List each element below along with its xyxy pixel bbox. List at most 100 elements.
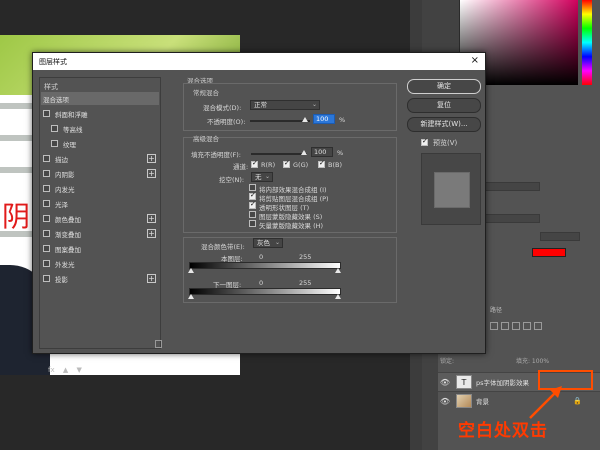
style-checkbox[interactable] <box>43 170 50 177</box>
style-checkbox[interactable] <box>43 215 50 222</box>
filter-adjust-icon[interactable] <box>501 322 509 330</box>
layer-name[interactable]: 背景 <box>476 396 489 406</box>
fill-opacity-slider-thumb[interactable] <box>301 150 307 155</box>
style-checkbox[interactable] <box>43 275 50 282</box>
tab-paths[interactable]: 路径 <box>490 305 502 314</box>
style-item-label: 外发光 <box>55 260 75 269</box>
style-checkbox[interactable] <box>51 140 58 147</box>
style-item-label: 内发光 <box>55 185 75 194</box>
style-checkbox[interactable] <box>43 245 50 252</box>
style-checkbox[interactable] <box>51 125 58 132</box>
canvas-red-text: 阴 <box>2 200 31 233</box>
style-item[interactable]: 内发光 <box>41 182 159 195</box>
filter-shape-icon[interactable] <box>523 322 531 330</box>
channel-b-checkbox[interactable] <box>318 159 325 168</box>
style-item-label: 纹理 <box>63 140 76 149</box>
this-layer-max: 255 <box>299 253 312 261</box>
add-style-icon[interactable]: + <box>147 214 156 223</box>
add-style-icon[interactable]: + <box>147 169 156 178</box>
blend-mode-select[interactable]: 正常 ⌄ <box>250 100 320 110</box>
style-item-label: 渐变叠加 <box>55 230 81 239</box>
hue-slider[interactable] <box>582 0 592 85</box>
fx-icon[interactable]: fx <box>48 366 55 374</box>
opacity-input[interactable]: 100 <box>313 114 335 124</box>
move-up-icon[interactable]: ▲ <box>63 366 68 374</box>
style-checkbox[interactable] <box>43 110 50 117</box>
style-item[interactable]: 混合选项 <box>41 92 159 105</box>
channel-b-label: B(B) <box>328 161 342 169</box>
opacity-slider[interactable] <box>250 120 310 122</box>
chevron-down-icon: ⌄ <box>274 239 280 246</box>
color-swatch-red[interactable] <box>532 248 566 257</box>
blend-if-value: 灰色 <box>257 239 270 247</box>
blend-interior-checkbox[interactable] <box>249 184 256 191</box>
eye-icon[interactable]: 👁 <box>438 397 452 406</box>
style-checkbox[interactable] <box>43 260 50 267</box>
style-checkbox[interactable] <box>43 155 50 162</box>
opacity-slider-thumb[interactable] <box>302 117 308 122</box>
this-layer-black-thumb[interactable] <box>188 268 194 273</box>
filter-text-icon[interactable] <box>512 322 520 330</box>
add-style-icon[interactable]: + <box>147 229 156 238</box>
add-style-icon[interactable]: + <box>147 274 156 283</box>
style-checkbox[interactable] <box>43 200 50 207</box>
style-item[interactable]: 图案叠加 <box>41 242 159 255</box>
style-item[interactable]: 内阴影 + <box>41 167 159 180</box>
reset-button[interactable]: 复位 <box>407 98 481 113</box>
preview-checkbox[interactable] <box>421 137 428 146</box>
prop-field[interactable] <box>540 232 580 241</box>
fill-opacity-slider[interactable] <box>251 153 307 155</box>
prop-field[interactable] <box>480 182 540 191</box>
blend-if-select[interactable]: 灰色 ⌄ <box>253 238 283 248</box>
eye-icon[interactable]: 👁 <box>438 378 452 387</box>
style-item[interactable]: 外发光 <box>41 257 159 270</box>
opacity-label: 不透明度(O): <box>207 118 246 126</box>
underlying-white-thumb[interactable] <box>335 294 341 299</box>
style-item[interactable]: 投影 + <box>41 272 159 285</box>
blend-mode-label: 混合模式(D): <box>203 104 242 112</box>
ok-button[interactable]: 确定 <box>407 79 481 94</box>
style-item-label: 描边 <box>55 155 68 164</box>
filter-pixel-icon[interactable] <box>490 322 498 330</box>
filter-smart-icon[interactable] <box>534 322 542 330</box>
this-layer-gradient-slider[interactable] <box>189 262 341 269</box>
this-layer-white-thumb[interactable] <box>335 268 341 273</box>
underlying-black-thumb[interactable] <box>188 294 194 299</box>
fill-opacity-unit: % <box>337 149 344 157</box>
trash-icon[interactable] <box>155 340 162 348</box>
close-icon[interactable]: × <box>471 55 479 66</box>
style-checkbox[interactable] <box>43 185 50 192</box>
dialog-title-bar[interactable]: 图层样式 × <box>33 53 485 70</box>
layer-mask-hides-checkbox[interactable] <box>249 211 256 218</box>
layer-style-dialog: 图层样式 × 样式 fx ▲ ▼ 混合选项 斜面和浮雕 等高线 纹理 描边 + 内阴影 + 内发… <box>32 52 486 374</box>
annotation-text: 空白处双击 <box>458 421 548 441</box>
option-label: 矢量蒙版隐藏效果 (H) <box>259 222 324 230</box>
style-item[interactable]: 纹理 <box>41 137 159 150</box>
prop-field[interactable] <box>480 214 540 223</box>
fill-opacity-input[interactable]: 100 <box>311 147 333 157</box>
channel-g-checkbox[interactable] <box>283 159 290 168</box>
styles-footer: fx ▲ ▼ <box>48 366 88 374</box>
underlying-layer-min: 0 <box>259 279 264 287</box>
style-item[interactable]: 等高线 <box>41 122 159 135</box>
vector-mask-hides-checkbox[interactable] <box>249 220 256 227</box>
channel-r-checkbox[interactable] <box>251 159 258 168</box>
style-item[interactable]: 光泽 <box>41 197 159 210</box>
dialog-title: 图层样式 <box>39 58 67 66</box>
blend-clipped-checkbox[interactable] <box>249 191 256 200</box>
underlying-layer-gradient-slider[interactable] <box>189 288 341 295</box>
style-item[interactable]: 渐变叠加 + <box>41 227 159 240</box>
style-item[interactable]: 斜面和浮雕 <box>41 107 159 120</box>
move-down-icon[interactable]: ▼ <box>76 366 81 374</box>
knockout-select[interactable]: 无 ⌄ <box>251 172 273 182</box>
style-item-label: 光泽 <box>55 200 68 209</box>
style-item[interactable]: 描边 + <box>41 152 159 165</box>
new-style-button[interactable]: 新建样式(W)... <box>407 117 481 132</box>
transparency-shapes-checkbox[interactable] <box>249 200 256 209</box>
style-checkbox[interactable] <box>43 230 50 237</box>
channels-label: 通道: <box>233 163 249 171</box>
channel-r-label: R(R) <box>261 161 276 169</box>
add-style-icon[interactable]: + <box>147 154 156 163</box>
style-item[interactable]: 颜色叠加 + <box>41 212 159 225</box>
fill-value[interactable]: 100% <box>532 358 549 365</box>
